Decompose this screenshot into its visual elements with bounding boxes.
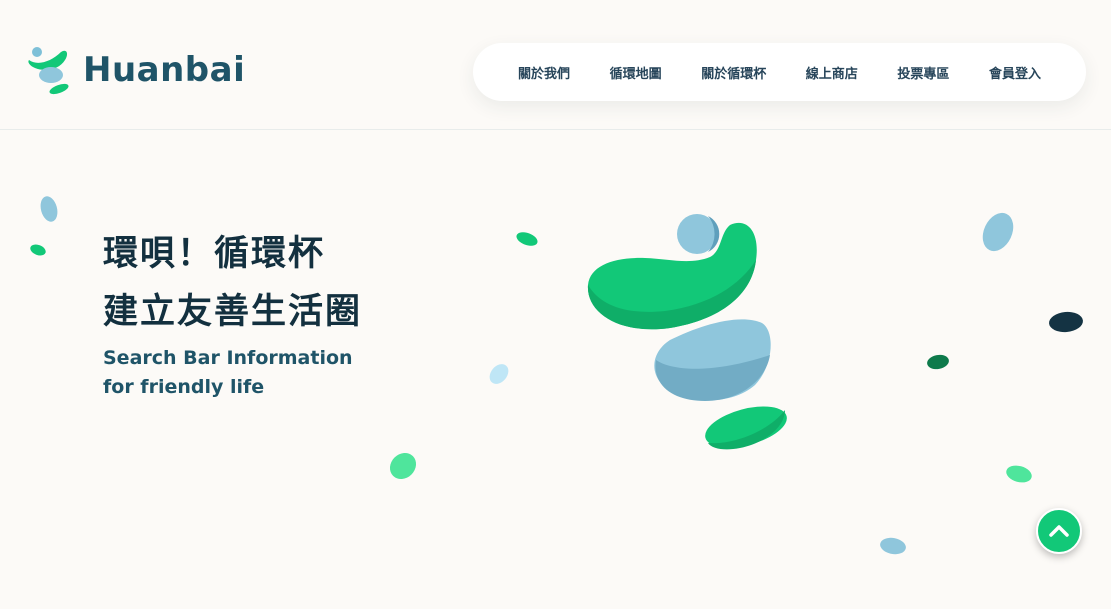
leaf-shape xyxy=(880,537,906,555)
brand-name: Huanbai xyxy=(83,50,246,90)
page: Huanbai 關於我們 循環地圖 關於循環杯 線上商店 投票專區 會員登入 環… xyxy=(0,0,1111,609)
nav-item-login[interactable]: 會員登入 xyxy=(989,63,1041,82)
leaf-shape xyxy=(389,452,417,480)
nav-item-map[interactable]: 循環地圖 xyxy=(610,63,662,82)
hero-subtitle-line-2: for friendly life xyxy=(103,376,265,398)
nav-item-about-cup[interactable]: 關於循環杯 xyxy=(701,63,766,82)
hero-title-line-2: 建立友善生活圈 xyxy=(103,292,363,332)
hero-illustration xyxy=(587,214,787,450)
chevron-up-icon xyxy=(1049,525,1069,537)
leaf-shape xyxy=(30,244,46,256)
nav-item-vote[interactable]: 投票專區 xyxy=(897,63,949,82)
leaf-shape xyxy=(1006,465,1032,483)
site-header: Huanbai 關於我們 循環地圖 關於循環杯 線上商店 投票專區 會員登入 xyxy=(0,0,1111,130)
nav-item-about[interactable]: 關於我們 xyxy=(518,63,570,82)
nav-item-shop[interactable]: 線上商店 xyxy=(806,63,858,82)
leaf-shape xyxy=(927,354,949,370)
main-nav: 關於我們 循環地圖 關於循環杯 線上商店 投票專區 會員登入 xyxy=(473,43,1086,101)
hero-title: 環唄！循環杯 建立友善生活圈 xyxy=(103,225,362,341)
leaf-shape xyxy=(489,364,509,384)
scroll-to-top-button[interactable] xyxy=(1036,508,1082,554)
brand-logo[interactable]: Huanbai xyxy=(27,44,245,96)
leaf-shape xyxy=(982,212,1014,252)
huanbai-logo-icon xyxy=(28,47,69,95)
hero-title-line-1: 環唄！循環杯 xyxy=(103,234,326,274)
leaf-shape xyxy=(40,196,58,222)
hero-subtitle: Search Bar Information for friendly life xyxy=(103,344,353,402)
leaf-shape xyxy=(1049,311,1083,333)
leaf-shape xyxy=(516,232,538,246)
hero-subtitle-line-1: Search Bar Information xyxy=(103,347,353,369)
